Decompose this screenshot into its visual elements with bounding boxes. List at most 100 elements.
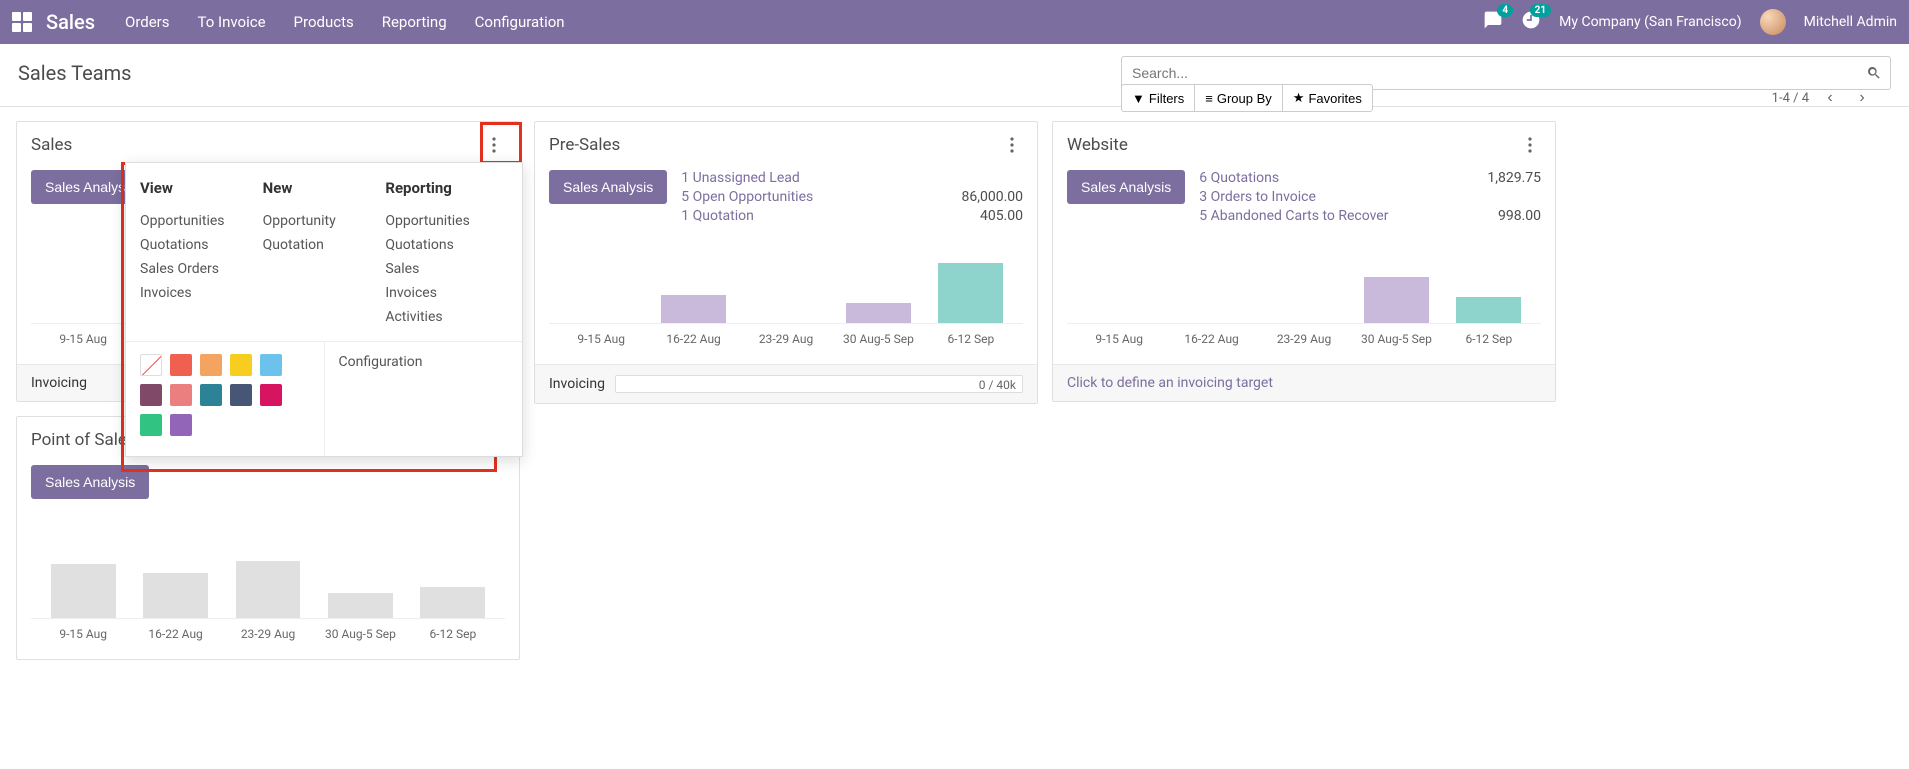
card-links: 1 Unassigned Lead 5 Open Opportunities86… bbox=[681, 170, 1023, 234]
link-orders-to-invoice[interactable]: 3 Orders to Invoice bbox=[1199, 189, 1461, 205]
card-sales[interactable]: Sales Sales Analysis 9- bbox=[16, 121, 520, 402]
x-label: 9-15 Aug bbox=[37, 627, 129, 641]
x-label: 23-29 Aug bbox=[222, 627, 314, 641]
top-navbar: Sales Orders To Invoice Products Reporti… bbox=[0, 0, 1909, 44]
color-swatch-none[interactable] bbox=[140, 354, 162, 376]
list-icon: ≡ bbox=[1205, 91, 1213, 106]
link-abandoned-carts[interactable]: 5 Abandoned Carts to Recover bbox=[1199, 208, 1461, 224]
x-label: 16-22 Aug bbox=[1165, 332, 1257, 346]
favorites-button[interactable]: ★Favorites bbox=[1282, 84, 1373, 112]
card-footer: Click to define an invoicing target bbox=[1053, 364, 1555, 401]
popup-item-rep-opportunities[interactable]: Opportunities bbox=[385, 209, 508, 233]
filters-label: Filters bbox=[1149, 91, 1184, 106]
x-label: 6-12 Sep bbox=[925, 332, 1017, 346]
popup-item-rep-activities[interactable]: Activities bbox=[385, 305, 508, 329]
app-brand[interactable]: Sales bbox=[46, 10, 95, 34]
company-selector[interactable]: My Company (San Francisco) bbox=[1559, 14, 1741, 30]
main-menu: Orders To Invoice Products Reporting Con… bbox=[125, 13, 1483, 31]
popup-item-quotations[interactable]: Quotations bbox=[140, 233, 263, 257]
kanban-view: Sales Sales Analysis 9- bbox=[0, 107, 1909, 674]
popup-item-rep-sales[interactable]: Sales bbox=[385, 257, 508, 281]
color-swatch[interactable] bbox=[200, 384, 222, 406]
website-chart bbox=[1067, 246, 1541, 324]
menu-to-invoice[interactable]: To Invoice bbox=[198, 13, 266, 31]
presales-chart bbox=[549, 246, 1023, 324]
filter-buttons: ▼ Filters ≡ Group By ★Favorites bbox=[1121, 84, 1373, 112]
card-footer: Invoicing 0 / 40k bbox=[535, 364, 1037, 403]
card-presales[interactable]: Pre-Sales Sales Analysis 1 Unassigned Le… bbox=[534, 121, 1038, 404]
card-title: Pre-Sales bbox=[549, 135, 1001, 155]
card-title: Sales bbox=[31, 135, 483, 155]
color-swatch[interactable] bbox=[170, 354, 192, 376]
link-value: 405.00 bbox=[943, 208, 1023, 224]
invoicing-progress[interactable]: 0 / 40k bbox=[615, 375, 1023, 393]
activities-icon[interactable]: 21 bbox=[1521, 10, 1541, 34]
star-icon: ★ bbox=[1293, 90, 1305, 106]
define-invoicing-target-link[interactable]: Click to define an invoicing target bbox=[1067, 375, 1273, 391]
popup-col-reporting: Reporting Opportunities Quotations Sales… bbox=[385, 179, 508, 329]
link-value: 998.00 bbox=[1461, 208, 1541, 224]
card-kebab-icon[interactable] bbox=[483, 134, 505, 156]
search-button[interactable] bbox=[1857, 56, 1891, 90]
x-label: 6-12 Sep bbox=[407, 627, 499, 641]
groupby-button[interactable]: ≡ Group By bbox=[1195, 84, 1282, 112]
link-unassigned-lead[interactable]: 1 Unassigned Lead bbox=[681, 170, 943, 186]
sales-analysis-button[interactable]: Sales Analysis bbox=[31, 465, 149, 499]
filter-icon: ▼ bbox=[1132, 91, 1145, 106]
x-label: 30 Aug-5 Sep bbox=[832, 332, 924, 346]
avatar[interactable] bbox=[1760, 9, 1786, 35]
page-title: Sales Teams bbox=[18, 61, 1121, 85]
color-swatch[interactable] bbox=[140, 384, 162, 406]
messaging-icon[interactable]: 4 bbox=[1483, 10, 1503, 34]
menu-orders[interactable]: Orders bbox=[125, 13, 170, 31]
menu-configuration[interactable]: Configuration bbox=[475, 13, 565, 31]
color-swatch[interactable] bbox=[230, 384, 252, 406]
color-swatch[interactable] bbox=[170, 414, 192, 436]
pager-prev[interactable]: ‹ bbox=[1819, 87, 1841, 109]
x-label: 30 Aug-5 Sep bbox=[314, 627, 406, 641]
menu-products[interactable]: Products bbox=[294, 13, 354, 31]
popup-colors bbox=[126, 342, 325, 456]
x-label: 23-29 Aug bbox=[1258, 332, 1350, 346]
card-title: Website bbox=[1067, 135, 1519, 155]
color-swatch[interactable] bbox=[260, 354, 282, 376]
popup-heading: View bbox=[140, 179, 263, 197]
user-menu[interactable]: Mitchell Admin bbox=[1804, 14, 1897, 30]
sales-analysis-button[interactable]: Sales Analysis bbox=[1067, 170, 1185, 204]
popup-item-sales-orders[interactable]: Sales Orders bbox=[140, 257, 263, 281]
popup-col-view: View Opportunities Quotations Sales Orde… bbox=[140, 179, 263, 329]
x-label: 9-15 Aug bbox=[37, 332, 129, 346]
color-swatch[interactable] bbox=[230, 354, 252, 376]
color-swatch[interactable] bbox=[170, 384, 192, 406]
control-panel: Sales Teams ▼Filters ≡Group By ★Favorite… bbox=[0, 44, 1909, 107]
popup-configuration-link[interactable]: Configuration bbox=[339, 354, 423, 370]
popup-item-rep-invoices[interactable]: Invoices bbox=[385, 281, 508, 305]
popup-heading: Reporting bbox=[385, 179, 508, 197]
pager: 1-4 / 4 ‹ › bbox=[1772, 87, 1873, 109]
card-kebab-icon[interactable] bbox=[1519, 134, 1541, 156]
apps-icon[interactable] bbox=[12, 12, 32, 32]
messaging-badge: 4 bbox=[1497, 4, 1513, 17]
color-swatch[interactable] bbox=[140, 414, 162, 436]
popup-item-opportunities[interactable]: Opportunities bbox=[140, 209, 263, 233]
pager-text[interactable]: 1-4 / 4 bbox=[1772, 91, 1809, 106]
popup-item-invoices[interactable]: Invoices bbox=[140, 281, 263, 305]
groupby-label: Group By bbox=[1217, 91, 1272, 106]
sales-analysis-button[interactable]: Sales Analysis bbox=[549, 170, 667, 204]
chart-x-labels: 9-15 Aug 16-22 Aug 23-29 Aug 30 Aug-5 Se… bbox=[549, 328, 1023, 354]
card-website[interactable]: Website Sales Analysis 6 Quotations1,829… bbox=[1052, 121, 1556, 402]
popup-item-new-opportunity[interactable]: Opportunity bbox=[263, 209, 386, 233]
filters-button[interactable]: ▼ Filters bbox=[1121, 84, 1195, 112]
pos-chart bbox=[31, 541, 505, 619]
color-swatch[interactable] bbox=[200, 354, 222, 376]
popup-config: Configuration bbox=[325, 342, 523, 456]
menu-reporting[interactable]: Reporting bbox=[382, 13, 447, 31]
card-kebab-icon[interactable] bbox=[1001, 134, 1023, 156]
pager-next[interactable]: › bbox=[1851, 87, 1873, 109]
popup-item-rep-quotations[interactable]: Quotations bbox=[385, 233, 508, 257]
popup-item-new-quotation[interactable]: Quotation bbox=[263, 233, 386, 257]
color-swatch[interactable] bbox=[260, 384, 282, 406]
link-open-opportunities[interactable]: 5 Open Opportunities bbox=[681, 189, 943, 205]
link-quotations[interactable]: 6 Quotations bbox=[1199, 170, 1461, 186]
link-quotation[interactable]: 1 Quotation bbox=[681, 208, 943, 224]
